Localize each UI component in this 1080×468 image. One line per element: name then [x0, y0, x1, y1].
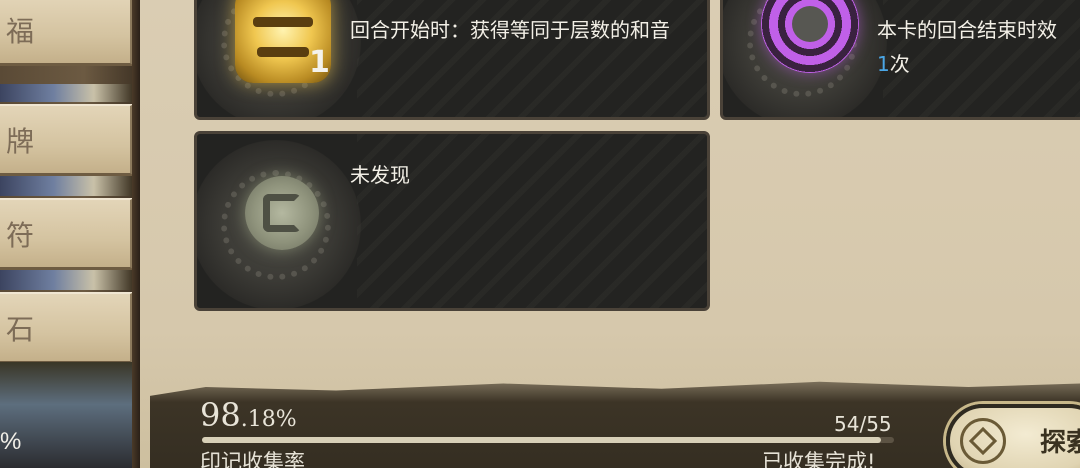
mark-card-3[interactable]: 未发现 [194, 131, 710, 311]
trigger-count-value: 1 [877, 52, 890, 76]
mark-card-1[interactable]: 1 回合开始时：获得等同于层数的和音 [194, 0, 710, 120]
sidebar: 福 牌 符 石 % [0, 0, 140, 468]
card-title-undiscovered: 未发现 [350, 163, 410, 187]
sidebar-tab-cards[interactable]: 牌 [0, 104, 134, 176]
sidebar-art-strip [0, 176, 134, 196]
sidebar-tab-label: 牌 [6, 124, 37, 158]
percent-whole: 98 [200, 396, 241, 434]
collection-percent: 98.18% [200, 396, 297, 434]
undiscovered-rune-icon [245, 176, 319, 250]
mark-card-2[interactable]: 本卡的回合结束时效 1次 [720, 0, 1080, 120]
collection-progress-bar [202, 437, 894, 443]
sidebar-edge [132, 0, 140, 468]
sidebar-tab-blessing[interactable]: 福 [0, 0, 134, 66]
sidebar-tab-label: 石 [6, 312, 37, 346]
card-description: 本卡的回合结束时效 [877, 18, 1057, 42]
percent-decimal: .18% [240, 407, 297, 432]
sidebar-tab-label: 符 [6, 218, 37, 252]
sidebar-tab-talisman[interactable]: 符 [0, 198, 134, 270]
sidebar-art-strip [0, 84, 134, 102]
trigger-count-suffix: 次 [889, 52, 910, 76]
sidebar-percent-fragment: % [0, 428, 22, 455]
collection-progress-fill [202, 437, 882, 443]
collection-status: 已收集完成! [762, 450, 876, 468]
sidebar-art-strip [0, 270, 134, 290]
compass-icon [960, 418, 1006, 464]
sidebar-tab-stone[interactable]: 石 [0, 292, 134, 364]
collection-ratio: 54/55 [834, 412, 892, 436]
explore-button[interactable]: 探索 [946, 404, 1080, 468]
sidebar-tab-label: 福 [6, 14, 37, 48]
sidebar-character-art: % [0, 362, 134, 468]
collection-rate-label: 印记收集率 [200, 450, 305, 468]
collection-screen: 福 牌 符 石 % 1 回合开始时：获得等同于层数的和音 本卡的回合结束时效 1… [0, 0, 1080, 468]
card-trigger-count: 1次 [877, 49, 910, 79]
explore-button-label: 探索 [1040, 428, 1080, 458]
card-description: 回合开始时：获得等同于层数的和音 [350, 18, 670, 42]
stack-count: 1 [309, 45, 330, 80]
